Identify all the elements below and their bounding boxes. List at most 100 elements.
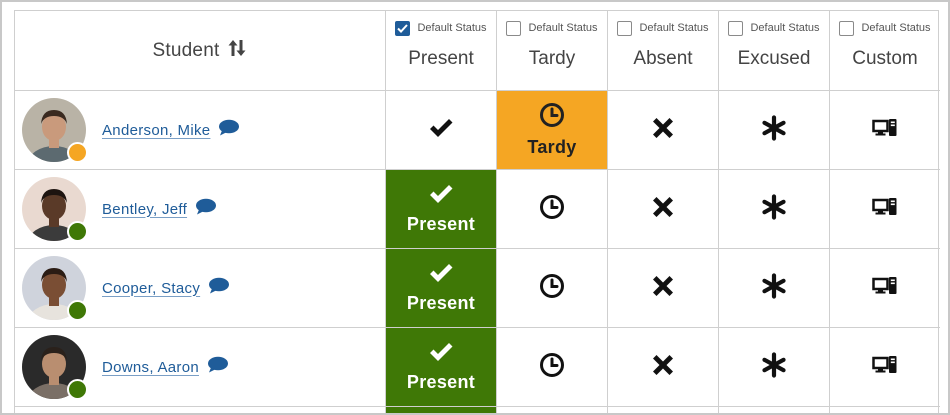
column-header-present: Default Status Present [386, 11, 497, 91]
next-row-partial-cell [608, 407, 719, 413]
status-option-absent[interactable] [608, 170, 719, 249]
default-status-checkbox-custom[interactable] [839, 20, 855, 36]
default-status-toggle-excused[interactable]: Default Status [728, 20, 820, 36]
clock-icon [539, 273, 565, 304]
next-row-partial [15, 407, 386, 413]
default-status-toggle-custom[interactable]: Default Status [839, 20, 931, 36]
status-option-absent[interactable] [608, 328, 719, 407]
comment-bubble-icon[interactable] [195, 198, 217, 220]
status-option-custom[interactable] [830, 170, 940, 249]
next-row-partial-cell [719, 407, 830, 413]
default-status-label: Default Status [861, 22, 931, 34]
computer-icon [872, 197, 898, 222]
status-option-tardy[interactable] [497, 170, 608, 249]
default-status-checkbox-tardy[interactable] [506, 20, 522, 36]
clock-icon [539, 352, 565, 383]
student-column-header[interactable]: Student [15, 11, 386, 91]
clock-icon [539, 194, 565, 225]
column-label-present: Present [408, 48, 474, 69]
status-option-present[interactable]: Present [386, 170, 497, 249]
column-label-excused: Excused [737, 48, 811, 69]
selected-status-label: Present [406, 372, 476, 392]
student-row-header: Cooper, Stacy [15, 249, 386, 328]
attendance-status-dot [67, 379, 88, 400]
attendance-status-dot [67, 142, 88, 163]
default-status-toggle-present[interactable]: Default Status [395, 20, 487, 36]
status-option-custom[interactable] [830, 249, 940, 328]
clock-icon [539, 102, 565, 133]
column-label-absent: Absent [633, 48, 693, 69]
student-name-link[interactable]: Cooper, Stacy [102, 280, 200, 297]
status-option-excused[interactable] [719, 249, 830, 328]
status-option-tardy[interactable] [497, 328, 608, 407]
checkmark-icon [428, 183, 454, 210]
attendance-status-dot [67, 300, 88, 321]
column-header-custom: Default Status Custom [830, 11, 940, 91]
computer-icon [872, 118, 898, 143]
status-option-tardy[interactable] [497, 249, 608, 328]
column-header-tardy: Default Status Tardy [497, 11, 608, 91]
status-option-present[interactable]: Present [386, 249, 497, 328]
attendance-frame: Student Default Status Present Default Sta… [0, 0, 950, 415]
asterisk-icon [761, 351, 787, 383]
checkmark-icon [428, 262, 454, 289]
next-row-partial-cell [497, 407, 608, 413]
default-status-label: Default Status [528, 22, 598, 34]
asterisk-icon [761, 114, 787, 146]
asterisk-icon [761, 272, 787, 304]
student-row-header: Anderson, Mike [15, 91, 386, 170]
default-status-checkbox-present[interactable] [395, 20, 411, 36]
status-option-excused[interactable] [719, 170, 830, 249]
status-option-excused[interactable] [719, 328, 830, 407]
student-name-link[interactable]: Downs, Aaron [102, 359, 199, 376]
student-name-link[interactable]: Bentley, Jeff [102, 201, 187, 218]
avatar[interactable] [22, 177, 88, 242]
student-header-label: Student [152, 39, 220, 61]
status-option-custom[interactable] [830, 328, 940, 407]
default-status-label: Default Status [417, 22, 487, 34]
checkmark-icon [428, 117, 454, 144]
selected-status-label: Present [406, 293, 476, 313]
x-icon [650, 194, 676, 225]
default-status-label: Default Status [750, 22, 820, 34]
status-option-tardy[interactable]: Tardy [497, 91, 608, 170]
x-icon [650, 352, 676, 383]
selected-status-label: Present [406, 214, 476, 234]
status-option-excused[interactable] [719, 91, 830, 170]
column-header-excused: Default Status Excused [719, 11, 830, 91]
status-option-present[interactable] [386, 91, 497, 170]
comment-bubble-icon[interactable] [208, 277, 230, 299]
comment-bubble-icon[interactable] [218, 119, 240, 141]
status-option-absent[interactable] [608, 91, 719, 170]
computer-icon [872, 276, 898, 301]
sort-arrows-icon[interactable] [227, 38, 247, 63]
default-status-toggle-tardy[interactable]: Default Status [506, 20, 598, 36]
student-row-header: Bentley, Jeff [15, 170, 386, 249]
status-option-present[interactable]: Present [386, 328, 497, 407]
status-option-absent[interactable] [608, 249, 719, 328]
default-status-checkbox-absent[interactable] [617, 20, 633, 36]
computer-icon [872, 355, 898, 380]
next-row-partial-cell [386, 407, 497, 413]
default-status-toggle-absent[interactable]: Default Status [617, 20, 709, 36]
student-name-link[interactable]: Anderson, Mike [102, 122, 210, 139]
column-label-custom: Custom [852, 48, 918, 69]
default-status-label: Default Status [639, 22, 709, 34]
checkmark-icon [428, 341, 454, 368]
status-option-custom[interactable] [830, 91, 940, 170]
next-row-partial-cell [830, 407, 940, 413]
avatar[interactable] [22, 335, 88, 400]
column-header-absent: Default Status Absent [608, 11, 719, 91]
avatar[interactable] [22, 98, 88, 163]
x-icon [650, 115, 676, 146]
attendance-status-dot [67, 221, 88, 242]
comment-bubble-icon[interactable] [207, 356, 229, 378]
attendance-table: Student Default Status Present Default Sta… [14, 10, 940, 413]
column-label-tardy: Tardy [528, 48, 576, 69]
student-row-header: Downs, Aaron [15, 328, 386, 407]
default-status-checkbox-excused[interactable] [728, 20, 744, 36]
asterisk-icon [761, 193, 787, 225]
selected-status-label: Tardy [527, 137, 577, 157]
x-icon [650, 273, 676, 304]
avatar[interactable] [22, 256, 88, 321]
